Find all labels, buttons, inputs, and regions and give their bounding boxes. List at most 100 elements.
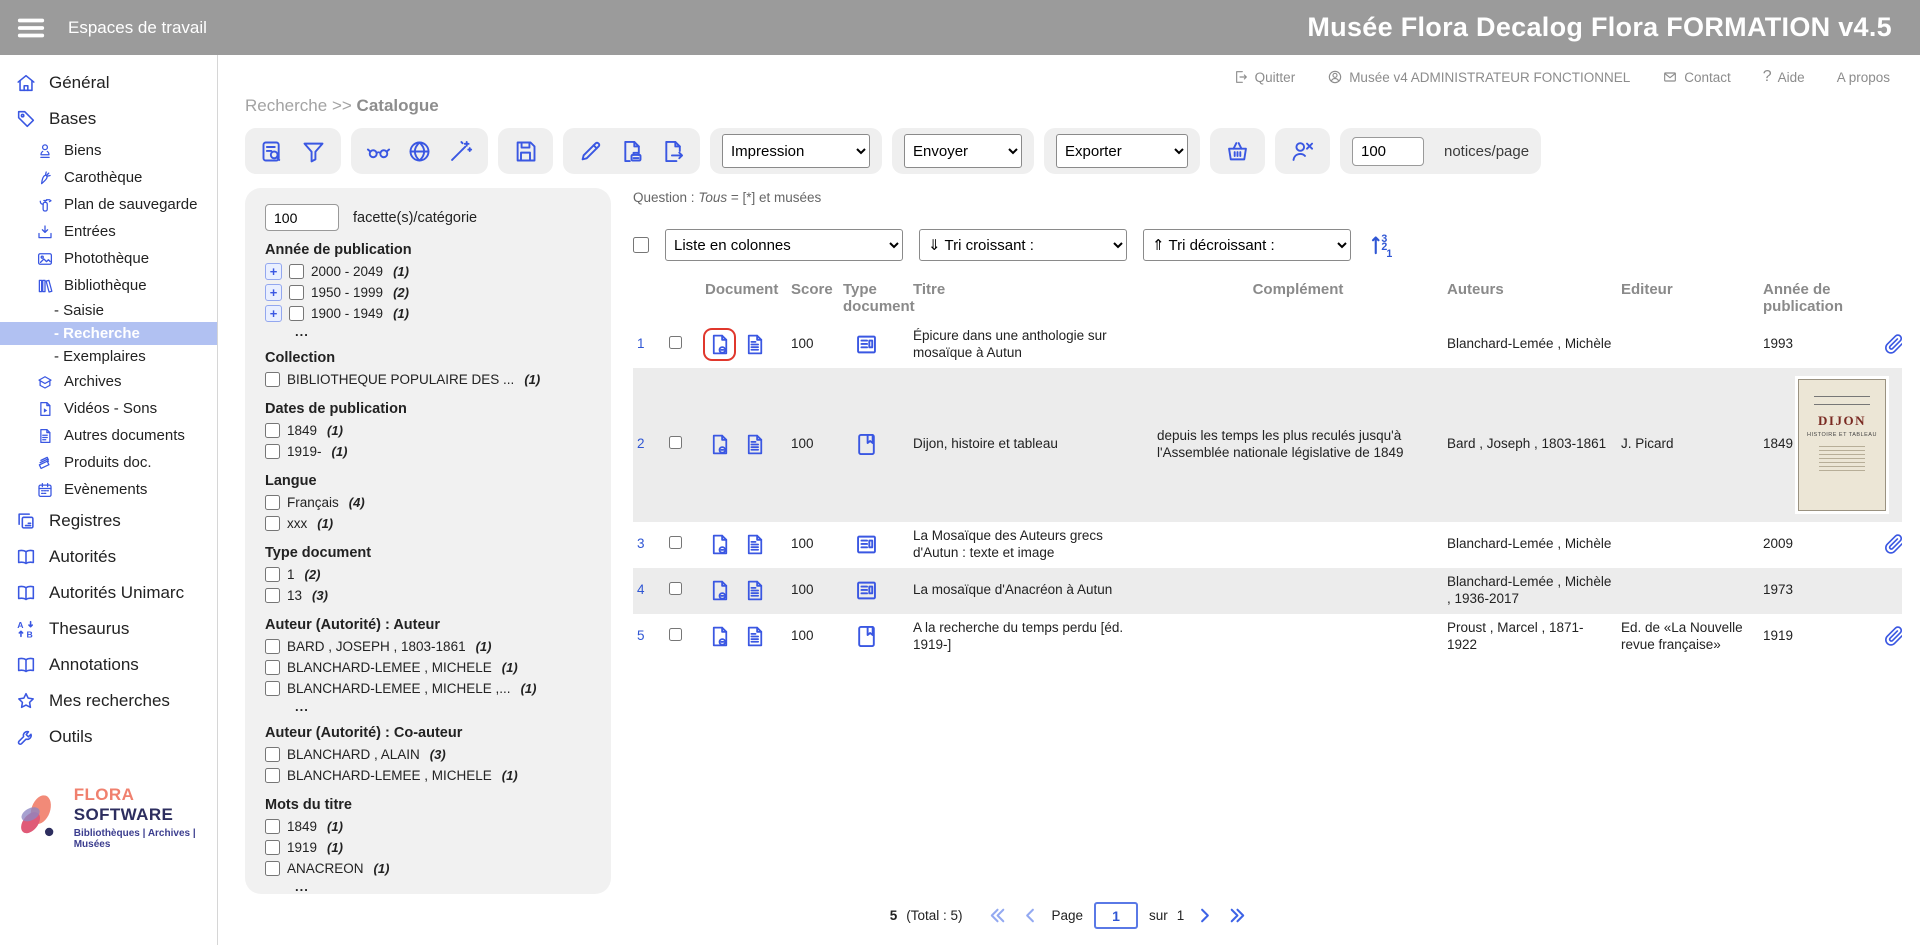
numeric-sort-button[interactable]	[1367, 230, 1397, 260]
open-record-button[interactable]	[705, 622, 734, 651]
open-record-button[interactable]	[705, 330, 734, 359]
sidebar-item-mes-recherches[interactable]: Mes recherches	[0, 683, 217, 719]
first-page-button[interactable]	[987, 904, 1010, 927]
previous-page-button[interactable]	[1019, 904, 1042, 927]
wand-button[interactable]	[445, 136, 476, 167]
facet-checkbox[interactable]	[265, 516, 280, 531]
row-number-link[interactable]: 3	[633, 532, 665, 557]
row-number-link[interactable]: 2	[633, 432, 665, 457]
facet-more-button[interactable]: ...	[295, 699, 597, 714]
facet-checkbox[interactable]	[265, 840, 280, 855]
last-page-button[interactable]	[1225, 904, 1248, 927]
sidebar-item-phototh-que[interactable]: Photothèque	[0, 245, 217, 272]
docexport-button[interactable]	[657, 136, 688, 167]
view-record-button[interactable]	[740, 430, 769, 459]
row-checkbox[interactable]	[669, 436, 682, 449]
expand-facet-button[interactable]: +	[265, 284, 282, 301]
sidebar-item-entr-es[interactable]: Entrées	[0, 218, 217, 245]
view-record-button[interactable]	[740, 330, 769, 359]
facet-more-button[interactable]: ...	[295, 324, 597, 339]
sidebar-item-produits-doc[interactable]: Produits doc.	[0, 449, 217, 476]
export-select[interactable]: Exporter	[1056, 134, 1188, 168]
sidebar-item-caroth-que[interactable]: Carothèque	[0, 164, 217, 191]
page-number-input[interactable]	[1094, 902, 1138, 929]
facet-checkbox[interactable]	[289, 285, 304, 300]
open-record-button[interactable]	[705, 576, 734, 605]
sidebar-item-autorit-s-unimarc[interactable]: Autorités Unimarc	[0, 575, 217, 611]
view-record-button[interactable]	[740, 576, 769, 605]
basket-button[interactable]	[1222, 136, 1253, 167]
header-link-quitter[interactable]: Quitter	[1233, 69, 1296, 85]
remove-user-selection-button[interactable]	[1287, 136, 1318, 167]
open-record-button[interactable]	[705, 530, 734, 559]
facet-more-button[interactable]: ...	[295, 879, 597, 894]
expand-facet-button[interactable]: +	[265, 305, 282, 322]
sidebar-item-plan-de-sauvegarde[interactable]: Plan de sauvegarde	[0, 191, 217, 218]
print-select[interactable]: Impression	[722, 134, 870, 168]
open-record-button[interactable]	[705, 430, 734, 459]
sidebar-item-biens[interactable]: Biens	[0, 137, 217, 164]
sidebar-item-saisie[interactable]: - Saisie	[0, 299, 217, 322]
sidebar-item-recherche[interactable]: - Recherche	[0, 322, 217, 345]
view-mode-select[interactable]: Liste en colonnes	[665, 229, 903, 261]
facet-checkbox[interactable]	[265, 423, 280, 438]
listsearch-button[interactable]	[257, 136, 288, 167]
attachment-button[interactable]	[1883, 625, 1902, 648]
facet-checkbox[interactable]	[289, 306, 304, 321]
facet-checkbox[interactable]	[265, 588, 280, 603]
sort-ascending-select[interactable]: ⇓ Tri croissant :	[919, 229, 1127, 261]
facet-checkbox[interactable]	[265, 768, 280, 783]
next-page-button[interactable]	[1193, 904, 1216, 927]
row-checkbox[interactable]	[669, 628, 682, 641]
row-checkbox[interactable]	[669, 336, 682, 349]
sidebar-item-autres-documents[interactable]: Autres documents	[0, 422, 217, 449]
sort-descending-select[interactable]: ⇑ Tri décroissant :	[1143, 229, 1351, 261]
sidebar-item-ev-nements[interactable]: Evènements	[0, 476, 217, 503]
facet-checkbox[interactable]	[265, 861, 280, 876]
sidebar-item-biblioth-que[interactable]: Bibliothèque	[0, 272, 217, 299]
facet-checkbox[interactable]	[265, 372, 280, 387]
expand-facet-button[interactable]: +	[265, 263, 282, 280]
record-thumbnail[interactable]: DIJONHISTOIRE ET TABLEAU	[1798, 379, 1886, 511]
sidebar-item-vid-os-sons[interactable]: Vidéos - Sons	[0, 395, 217, 422]
row-checkbox[interactable]	[669, 536, 682, 549]
select-all-checkbox[interactable]	[633, 237, 649, 253]
facet-checkbox[interactable]	[265, 567, 280, 582]
sidebar-item-annotations[interactable]: Annotations	[0, 647, 217, 683]
facet-checkbox[interactable]	[265, 639, 280, 654]
facet-count-input[interactable]	[265, 204, 339, 231]
sidebar-item-exemplaires[interactable]: - Exemplaires	[0, 345, 217, 368]
hamburger-menu-button[interactable]	[14, 13, 48, 43]
view-record-button[interactable]	[740, 622, 769, 651]
header-link-a-propos[interactable]: A propos	[1837, 70, 1890, 85]
header-link-mus-e-v4-administrateur-fonctionnel[interactable]: Musée v4 ADMINISTRATEUR FONCTIONNEL	[1327, 69, 1630, 85]
row-number-link[interactable]: 5	[633, 624, 665, 649]
docprint-button[interactable]	[616, 136, 647, 167]
sidebar-item-registres[interactable]: Registres	[0, 503, 217, 539]
facet-checkbox[interactable]	[265, 747, 280, 762]
pencil-button[interactable]	[575, 136, 606, 167]
row-checkbox[interactable]	[669, 582, 682, 595]
facet-checkbox[interactable]	[265, 660, 280, 675]
attachment-button[interactable]	[1883, 533, 1902, 556]
send-select[interactable]: Envoyer	[904, 134, 1022, 168]
row-number-link[interactable]: 4	[633, 578, 665, 603]
view-record-button[interactable]	[740, 530, 769, 559]
sidebar-item-g-n-ral[interactable]: Général	[0, 65, 217, 101]
header-link-aide[interactable]: ?Aide	[1763, 68, 1805, 86]
facet-checkbox[interactable]	[265, 681, 280, 696]
facet-checkbox[interactable]	[265, 819, 280, 834]
facet-checkbox[interactable]	[265, 495, 280, 510]
sidebar-item-autorit-s[interactable]: Autorités	[0, 539, 217, 575]
facet-checkbox[interactable]	[265, 444, 280, 459]
sidebar-item-outils[interactable]: Outils	[0, 719, 217, 755]
sidebar-item-archives[interactable]: Archives	[0, 368, 217, 395]
breadcrumb-parent[interactable]: Recherche	[245, 96, 327, 115]
attachment-button[interactable]	[1883, 333, 1902, 356]
header-link-contact[interactable]: Contact	[1662, 69, 1731, 85]
save-button[interactable]	[510, 136, 541, 167]
facet-checkbox[interactable]	[289, 264, 304, 279]
row-number-link[interactable]: 1	[633, 332, 665, 357]
globe-button[interactable]	[404, 136, 435, 167]
notices-per-page-input[interactable]	[1352, 137, 1424, 166]
